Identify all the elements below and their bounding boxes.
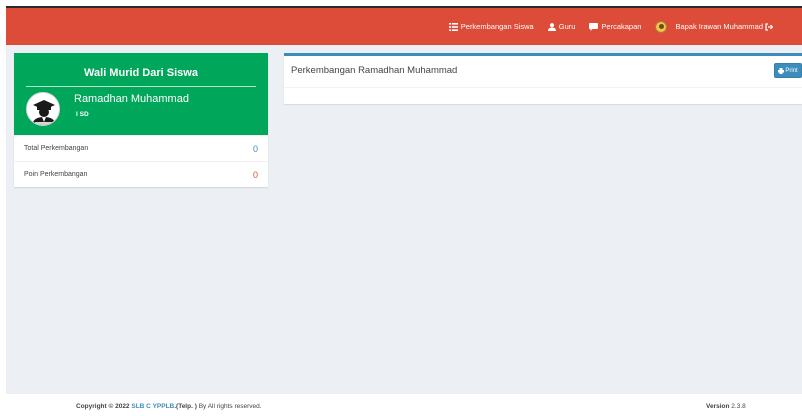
nav-perkembangan-siswa[interactable]: Perkembangan Siswa	[448, 22, 534, 31]
sign-out-icon[interactable]	[765, 22, 773, 31]
stat-total-value: 0	[252, 143, 258, 154]
org-link[interactable]: SLB C YPPLB	[131, 403, 174, 410]
footer-version: Version 2.3.8	[706, 403, 746, 410]
student-widget-header: Wali Murid Dari Siswa Ramadhan Muhammad …	[14, 53, 268, 135]
user-avatar	[655, 20, 668, 33]
nav-percakapan[interactable]: Percakapan	[589, 22, 641, 31]
stat-poin-label: Poin Perkembangan	[24, 171, 88, 178]
comment-icon	[589, 22, 599, 31]
widget-title: Wali Murid Dari Siswa	[84, 67, 198, 79]
print-button[interactable]: Print	[774, 63, 802, 78]
nav-perkembangan-siswa-label: Perkembangan Siswa	[460, 22, 534, 31]
version-value: 2.3.8	[731, 403, 746, 410]
student-avatar	[26, 92, 60, 126]
print-label: Print	[785, 67, 798, 74]
stat-total-label: Total Perkembangan	[24, 145, 89, 152]
copyright-prefix: Copyright © 2022	[76, 403, 130, 410]
stat-poin-value: 0	[252, 169, 258, 180]
student-class: I SD	[76, 111, 89, 118]
box-divider	[284, 87, 802, 88]
nav-user-menu[interactable]: Bapak Irawan Muhammad	[655, 20, 776, 33]
nav-guru-label: Guru	[558, 22, 576, 31]
version-label: Version	[706, 403, 730, 410]
nav-guru[interactable]: Guru	[547, 22, 576, 31]
box-title: Perkembangan Ramadhan Muhammad	[291, 65, 458, 76]
footer: Copyright © 2022 SLB C YPPLB.(Telp. ) By…	[0, 394, 802, 416]
print-icon	[778, 67, 785, 74]
nav-percakapan-label: Percakapan	[601, 22, 642, 31]
stat-total-perkembangan: Total Perkembangan 0	[14, 135, 268, 161]
widget-divider	[26, 86, 256, 87]
telp-text: .(Telp. )	[174, 403, 197, 410]
student-widget: Wali Murid Dari Siswa Ramadhan Muhammad …	[14, 53, 268, 187]
footer-copyright: Copyright © 2022 SLB C YPPLB.(Telp. ) By…	[76, 403, 262, 410]
student-name: Ramadhan Muhammad	[74, 93, 189, 105]
app-frame: Perkembangan Siswa Guru Percakapan Bapak…	[6, 6, 802, 394]
perkembangan-box: Perkembangan Ramadhan Muhammad Print	[284, 53, 802, 104]
rights-text: By All rights reserved.	[198, 403, 262, 410]
list-icon	[448, 22, 458, 31]
stat-poin-perkembangan: Poin Perkembangan 0	[14, 161, 268, 187]
top-navbar: Perkembangan Siswa Guru Percakapan Bapak…	[6, 8, 802, 45]
nav-user-label: Bapak Irawan Muhammad	[675, 22, 763, 31]
user-icon	[547, 22, 556, 31]
